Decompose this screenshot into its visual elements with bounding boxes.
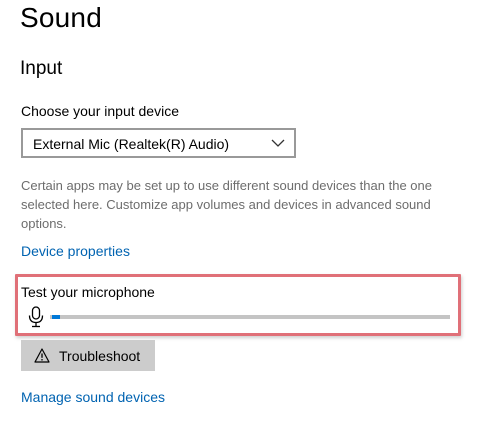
input-device-selected-value: External Mic (Realtek(R) Audio) xyxy=(33,136,230,152)
device-properties-link[interactable]: Device properties xyxy=(21,243,130,259)
input-device-dropdown[interactable]: External Mic (Realtek(R) Audio) xyxy=(21,128,296,158)
warning-icon xyxy=(34,348,50,363)
input-device-label: Choose your input device xyxy=(21,103,179,119)
section-title-input: Input xyxy=(20,58,63,79)
troubleshoot-label: Troubleshoot xyxy=(59,348,141,364)
microphone-level-fill xyxy=(52,315,60,319)
microphone-icon xyxy=(28,306,44,328)
input-device-help-text: Certain apps may be set up to use differ… xyxy=(21,178,432,231)
chevron-down-icon xyxy=(271,139,285,147)
manage-sound-devices-link[interactable]: Manage sound devices xyxy=(21,389,165,405)
troubleshoot-button[interactable]: Troubleshoot xyxy=(21,340,155,371)
page-title: Sound xyxy=(20,2,102,33)
test-microphone-label: Test your microphone xyxy=(21,284,155,300)
microphone-level-meter xyxy=(50,315,450,319)
